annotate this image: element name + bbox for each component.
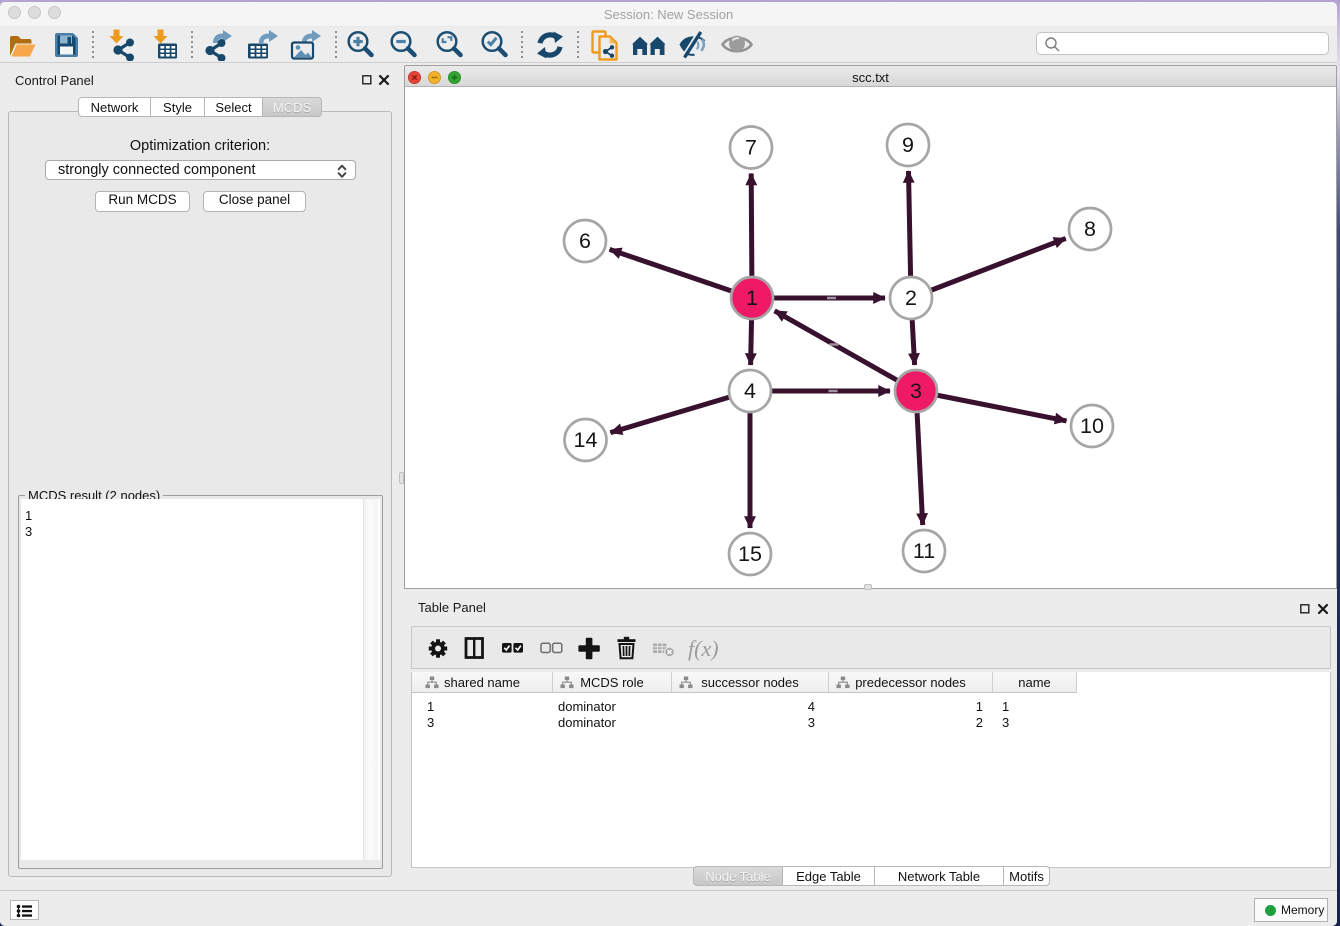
- svg-text:15: 15: [738, 542, 762, 566]
- svg-text:10: 10: [1080, 414, 1104, 438]
- svg-text:14: 14: [574, 428, 598, 452]
- svg-text:11: 11: [913, 539, 935, 563]
- svg-text:2: 2: [905, 286, 917, 310]
- svg-text:f(x): f(x): [688, 636, 719, 661]
- svg-text:9: 9: [902, 133, 914, 157]
- svg-text:1: 1: [746, 286, 758, 310]
- svg-text:7: 7: [745, 136, 757, 160]
- svg-text:3: 3: [910, 379, 922, 403]
- svg-text:6: 6: [579, 229, 591, 253]
- svg-text:4: 4: [744, 379, 756, 403]
- svg-text:8: 8: [1084, 217, 1096, 241]
